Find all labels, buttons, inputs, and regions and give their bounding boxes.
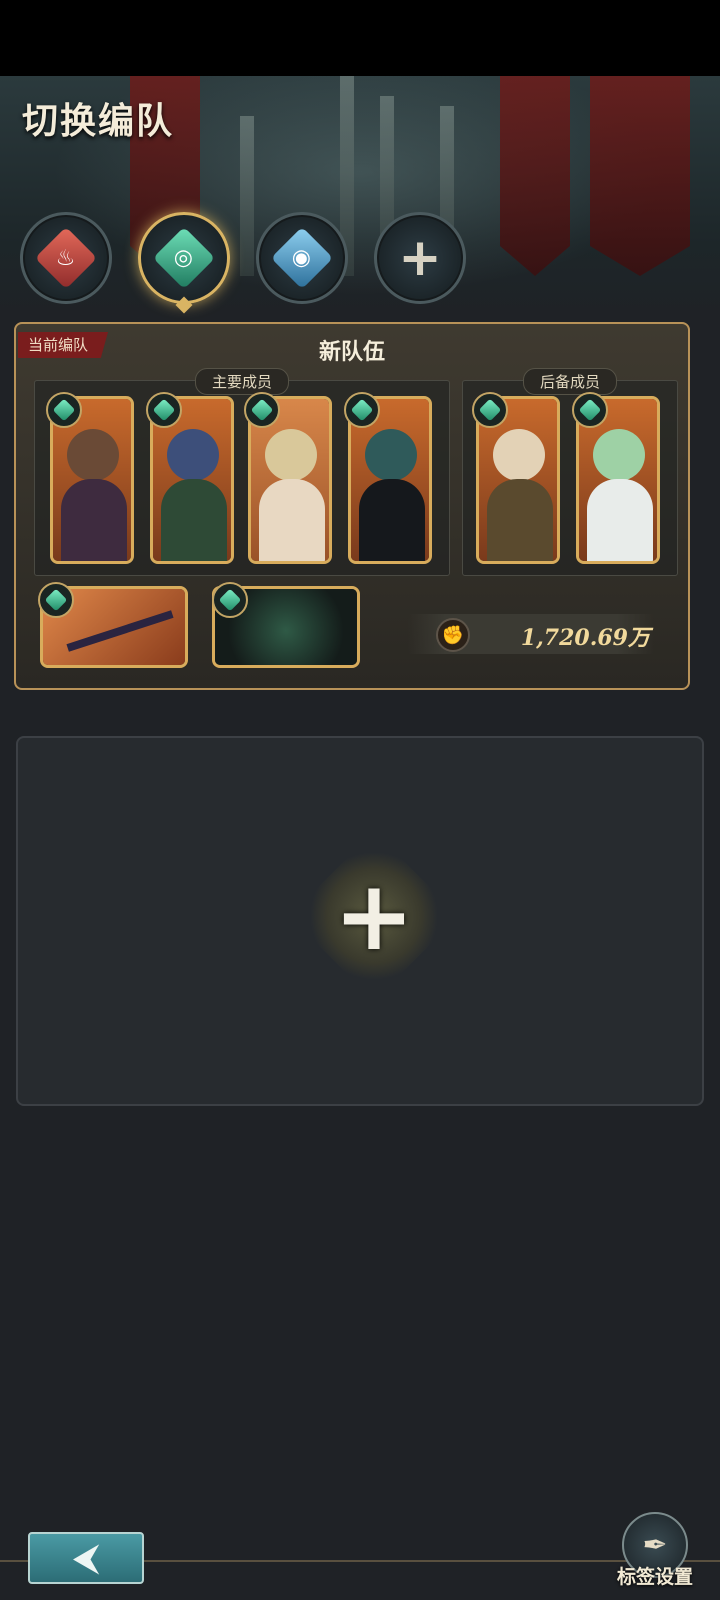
wind-element-icon bbox=[344, 392, 380, 428]
back-button[interactable]: ⮜ bbox=[28, 1532, 144, 1584]
wind-element-icon bbox=[38, 582, 74, 618]
water-element-icon: ◉ bbox=[270, 226, 334, 290]
page-title: 切换编队 bbox=[22, 101, 175, 142]
tab-wind-team[interactable]: ◎ bbox=[138, 212, 230, 314]
wind-element-icon bbox=[244, 392, 280, 428]
tab-water-team[interactable]: ◉ bbox=[256, 212, 348, 304]
tag-settings-label: 标签设置 bbox=[616, 1566, 693, 1588]
back-arrow-icon: ⮜ bbox=[73, 1538, 99, 1578]
fire-element-icon: ♨ bbox=[34, 226, 98, 290]
wind-element-icon bbox=[572, 392, 608, 428]
team-power-value: 1,720.69万 bbox=[520, 625, 650, 651]
reserve-members-label: 后备成员 bbox=[522, 368, 618, 395]
plus-icon: + bbox=[398, 228, 442, 288]
wind-element-icon bbox=[46, 392, 82, 428]
main-members-label: 主要成员 bbox=[194, 368, 290, 395]
team-tabs: ♨ ◎ ◉ + bbox=[20, 212, 466, 314]
current-team-panel[interactable]: 当前编队 新队伍 主要成员 后备成员 ✊ 1,720.69万 bbox=[14, 322, 690, 690]
empty-team-slot[interactable]: + bbox=[16, 736, 704, 1106]
wind-element-icon bbox=[472, 392, 508, 428]
status-bar bbox=[0, 0, 720, 76]
plus-icon: + bbox=[333, 860, 415, 972]
fist-icon: ✊ bbox=[436, 618, 470, 652]
wind-element-icon: ◎ bbox=[152, 226, 216, 290]
wind-element-icon bbox=[212, 582, 248, 618]
wind-element-icon bbox=[146, 392, 182, 428]
tab-fire-team[interactable]: ♨ bbox=[20, 212, 112, 304]
team-power: ✊ 1,720.69万 bbox=[408, 614, 654, 654]
tag-settings-button[interactable]: ✒ 标签设置 bbox=[610, 1512, 700, 1600]
team-name: 新队伍 bbox=[318, 340, 385, 365]
add-team-button[interactable]: + bbox=[289, 831, 459, 1001]
add-team-tab[interactable]: + bbox=[374, 212, 466, 304]
